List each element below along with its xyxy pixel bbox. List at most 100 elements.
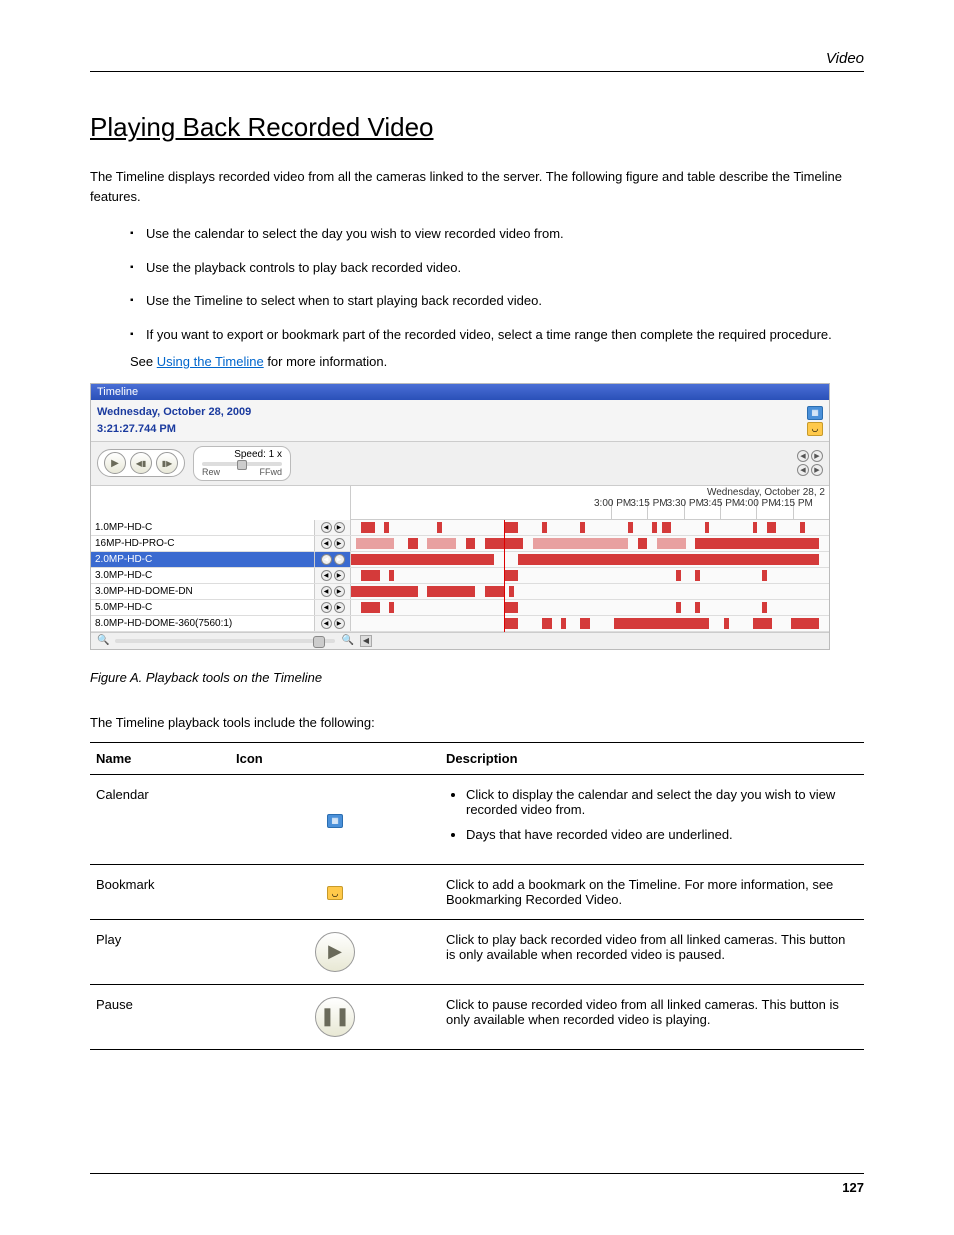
row-next-icon[interactable]: ▶ — [334, 538, 345, 549]
tick-label: 3:30 PM — [667, 498, 704, 509]
zoom-in-icon[interactable]: 🔍 — [341, 635, 353, 646]
step-back-button[interactable] — [130, 452, 152, 474]
pan-left-button[interactable]: ◀ — [797, 450, 809, 462]
recording-track[interactable] — [351, 552, 829, 567]
camera-row[interactable]: 8.0MP-HD-DOME-360(7560:1) ◀▶ — [91, 616, 829, 632]
table-row: Play ▶ Click to play back recorded video… — [90, 919, 864, 984]
step-forward-button[interactable] — [156, 452, 178, 474]
table-intro: The Timeline playback tools include the … — [90, 715, 864, 730]
pan-right2-button[interactable]: ▶ — [811, 464, 823, 476]
page-number: 127 — [90, 1173, 864, 1195]
cell-name: Calendar — [90, 774, 230, 864]
camera-name: 16MP-HD-PRO-C — [91, 536, 315, 551]
pan-right-button[interactable]: ▶ — [811, 450, 823, 462]
bullet-item: Use the calendar to select the day you w… — [130, 224, 864, 244]
note-prefix: See — [130, 354, 157, 369]
row-next-icon[interactable]: ▶ — [334, 570, 345, 581]
scroll-left-icon[interactable]: ◀ — [360, 635, 372, 647]
bullet-item: Use the Timeline to select when to start… — [130, 291, 864, 311]
tick-label: 4:00 PM — [739, 498, 776, 509]
speed-control[interactable]: Speed: 1 x Rew FFwd — [193, 446, 291, 481]
speed-slider[interactable] — [202, 462, 282, 466]
camera-row[interactable]: 2.0MP-HD-C ◀▶ — [91, 552, 829, 568]
camera-name: 8.0MP-HD-DOME-360(7560:1) — [91, 616, 315, 631]
header-section: Video — [90, 50, 864, 72]
row-next-icon[interactable]: ▶ — [334, 586, 345, 597]
cell-desc: Click to display the calendar and select… — [440, 774, 864, 864]
row-prev-icon[interactable]: ◀ — [321, 586, 332, 597]
feature-bullets: Use the calendar to select the day you w… — [130, 224, 864, 344]
intro-text: The Timeline displays recorded video fro… — [90, 167, 864, 206]
playhead[interactable] — [504, 520, 505, 632]
row-prev-icon[interactable]: ◀ — [321, 570, 332, 581]
th-icon: Icon — [230, 742, 440, 774]
recording-track[interactable] — [351, 536, 829, 551]
table-row: Pause ❚❚ Click to pause recorded video f… — [90, 984, 864, 1049]
row-prev-icon[interactable]: ◀ — [321, 538, 332, 549]
desc-bullet: Click to display the calendar and select… — [466, 787, 858, 817]
figure-caption: Figure A. Playback tools on the Timeline — [90, 670, 864, 685]
time-ruler[interactable]: Wednesday, October 28, 2 3:00 PM 3:15 PM… — [351, 486, 829, 520]
camera-name: 2.0MP-HD-C — [91, 552, 315, 567]
cell-name: Bookmark — [90, 864, 230, 919]
zoom-slider[interactable] — [115, 639, 335, 643]
row-next-icon[interactable]: ▶ — [334, 602, 345, 613]
calendar-icon: ▦ — [327, 814, 343, 828]
note-suffix: for more information. — [264, 354, 388, 369]
row-next-icon[interactable]: ▶ — [334, 554, 345, 565]
bookmark-icon: ◡ — [327, 886, 343, 900]
camera-row[interactable]: 5.0MP-HD-C ◀▶ — [91, 600, 829, 616]
tick-label: 3:00 PM — [594, 498, 631, 509]
row-prev-icon[interactable]: ◀ — [321, 618, 332, 629]
current-date: Wednesday, October 28, 2009 — [97, 404, 251, 421]
ruler-date: Wednesday, October 28, 2 — [707, 487, 825, 498]
row-prev-icon[interactable]: ◀ — [321, 522, 332, 533]
recording-track[interactable] — [351, 600, 829, 615]
timeline-screenshot: Timeline Wednesday, October 28, 2009 3:2… — [90, 383, 830, 650]
play-button[interactable] — [104, 452, 126, 474]
bullet-item: If you want to export or bookmark part o… — [130, 325, 864, 345]
row-prev-icon[interactable]: ◀ — [321, 554, 332, 565]
recording-track[interactable] — [351, 584, 829, 599]
cell-name: Pause — [90, 984, 230, 1049]
playback-pill — [97, 449, 185, 477]
recording-track[interactable] — [351, 520, 829, 535]
controls-table: Name Icon Description Calendar ▦ Click t… — [90, 742, 864, 1050]
zoom-out-icon[interactable]: 🔍 — [97, 635, 109, 646]
bookmark-icon[interactable]: ◡ — [807, 422, 823, 436]
camera-name: 3.0MP-HD-DOME-DN — [91, 584, 315, 599]
timeline-link[interactable]: Using the Timeline — [157, 354, 264, 369]
bullet-item: Use the playback controls to play back r… — [130, 258, 864, 278]
pan-left2-button[interactable]: ◀ — [797, 464, 809, 476]
tick-label: 3:15 PM — [630, 498, 667, 509]
desc-bullet: Days that have recorded video are underl… — [466, 827, 858, 842]
camera-name: 3.0MP-HD-C — [91, 568, 315, 583]
camera-row[interactable]: 1.0MP-HD-C ◀▶ — [91, 520, 829, 536]
camera-name: 5.0MP-HD-C — [91, 600, 315, 615]
pause-icon: ❚❚ — [315, 997, 355, 1037]
cell-name: Play — [90, 919, 230, 984]
recording-track[interactable] — [351, 616, 829, 631]
ffwd-label: FFwd — [260, 467, 283, 478]
tick-label: 3:45 PM — [703, 498, 740, 509]
see-note: See Using the Timeline for more informat… — [130, 354, 864, 369]
camera-name: 1.0MP-HD-C — [91, 520, 315, 535]
cell-desc: Click to play back recorded video from a… — [440, 919, 864, 984]
row-next-icon[interactable]: ▶ — [334, 522, 345, 533]
row-next-icon[interactable]: ▶ — [334, 618, 345, 629]
camera-row[interactable]: 3.0MP-HD-DOME-DN ◀▶ — [91, 584, 829, 600]
calendar-icon[interactable]: ▦ — [807, 406, 823, 420]
rew-label: Rew — [202, 467, 220, 478]
row-prev-icon[interactable]: ◀ — [321, 602, 332, 613]
table-row: Bookmark ◡ Click to add a bookmark on th… — [90, 864, 864, 919]
th-desc: Description — [440, 742, 864, 774]
current-time: 3:21:27.744 PM — [97, 421, 251, 438]
recording-track[interactable] — [351, 568, 829, 583]
play-icon: ▶ — [315, 932, 355, 972]
th-name: Name — [90, 742, 230, 774]
cell-desc: Click to add a bookmark on the Timeline.… — [440, 864, 864, 919]
camera-row[interactable]: 16MP-HD-PRO-C ◀▶ — [91, 536, 829, 552]
camera-row[interactable]: 3.0MP-HD-C ◀▶ — [91, 568, 829, 584]
page-title: Playing Back Recorded Video — [90, 112, 864, 143]
panel-title: Timeline — [91, 384, 829, 400]
